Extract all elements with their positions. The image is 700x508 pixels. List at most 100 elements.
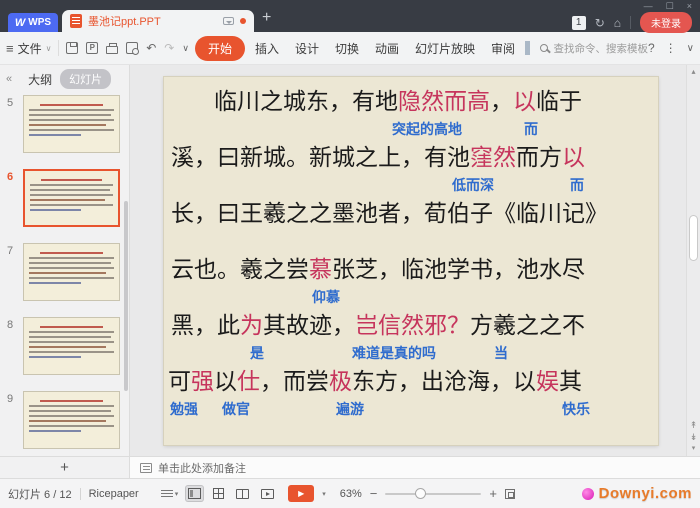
collapse-ribbon-icon[interactable]: ∨ bbox=[687, 43, 694, 54]
play-options-caret[interactable]: ▾ bbox=[322, 490, 326, 498]
zoom-in-button[interactable]: + bbox=[489, 486, 497, 501]
scroll-down-icon[interactable]: ▾ bbox=[692, 444, 696, 454]
slide-thumbnail-8[interactable]: 8 bbox=[7, 317, 120, 375]
slideshow-view-button[interactable] bbox=[259, 487, 276, 501]
document-icon bbox=[70, 14, 82, 28]
close-button[interactable]: × bbox=[687, 1, 692, 12]
slide-annotation-line bbox=[164, 229, 658, 255]
slide-text-line: 云也。羲之尝慕张芝，临池学书，池水尽 bbox=[164, 255, 658, 285]
tab-outline[interactable]: 大纲 bbox=[28, 71, 52, 88]
titlebar: W WPS 墨池记ppt.PPT + 1 ↻ ⌂ 未登录 — ☐ × bbox=[0, 0, 700, 32]
file-menu-button[interactable]: ≡ 文件 ∨ bbox=[6, 40, 51, 57]
maximize-button[interactable]: ☐ bbox=[666, 1, 674, 12]
zoom-slider[interactable] bbox=[385, 488, 481, 500]
zoom-out-button[interactable]: − bbox=[370, 486, 378, 501]
thumbnail-preview[interactable] bbox=[23, 243, 120, 301]
slide-sorter-view-button[interactable] bbox=[211, 486, 226, 501]
slide-thumbnail-9[interactable]: 9 bbox=[7, 391, 120, 449]
save-icon[interactable] bbox=[66, 42, 78, 54]
add-slide-button[interactable]: + bbox=[60, 460, 69, 475]
grid-view-icon bbox=[213, 488, 224, 499]
help-button[interactable]: ? bbox=[648, 41, 655, 55]
play-slideshow-button[interactable]: ▶ bbox=[288, 485, 314, 502]
watermark-area: Downyi.com bbox=[582, 485, 692, 502]
slide-annotation-line: 突起的高地而 bbox=[164, 117, 658, 143]
minimize-button[interactable]: — bbox=[644, 1, 653, 12]
ribbon-tabs: 开始插入设计切换动画幻灯片放映审阅 bbox=[195, 36, 523, 61]
zoom-level[interactable]: 63% bbox=[340, 488, 362, 500]
comment-bubble-icon[interactable] bbox=[223, 17, 234, 25]
scroll-up-icon[interactable]: ▴ bbox=[687, 67, 700, 76]
text-cursor-indicator bbox=[525, 41, 530, 55]
note-icon bbox=[140, 463, 152, 473]
previous-slide-icon[interactable]: ↟ bbox=[690, 420, 698, 430]
export-pdf-icon[interactable] bbox=[86, 42, 98, 54]
watermark-dot-icon bbox=[582, 488, 594, 500]
command-search[interactable]: 查找命令、搜索模板 bbox=[540, 41, 648, 56]
slide-thumbnail-7[interactable]: 7 bbox=[7, 243, 120, 301]
sidebar-footer: + bbox=[0, 457, 130, 478]
slide-thumbnail-6[interactable]: 6 bbox=[7, 169, 120, 227]
sync-icon[interactable]: ↻ bbox=[595, 16, 605, 30]
print-preview-icon[interactable] bbox=[126, 42, 138, 54]
sidebar-scrollbar[interactable] bbox=[124, 201, 128, 391]
ribbon-tab-0[interactable]: 开始 bbox=[195, 36, 245, 61]
slide-content[interactable]: 临川之城东，有地隐然而高，以临于突起的高地而溪，曰新城。新城之上，有池窪然而方以… bbox=[164, 77, 658, 445]
reading-view-button[interactable] bbox=[234, 487, 251, 501]
ribbon-tab-6[interactable]: 审阅 bbox=[483, 36, 523, 61]
panel-tabs: 大纲 幻灯片 bbox=[28, 69, 111, 89]
main-area: « 大纲 幻灯片 5 6 7 8 9 临川之城东，有地隐然而高，以临于突起的高地而溪，曰… bbox=[0, 64, 700, 456]
ribbon: ≡ 文件 ∨ ↶ ↷ ∨ 开始插入设计切换动画幻灯片放映审阅 查找命令、搜索模板… bbox=[0, 32, 700, 64]
wps-logo[interactable]: W WPS bbox=[8, 13, 58, 32]
ribbon-tab-5[interactable]: 幻灯片放映 bbox=[407, 36, 483, 61]
slide-text-line: 临川之城东，有地隐然而高，以临于 bbox=[164, 87, 658, 117]
scrollbar-thumb[interactable] bbox=[689, 215, 698, 261]
ribbon-right: ? ⋮ ∨ bbox=[648, 41, 694, 55]
zoom-slider-track bbox=[385, 493, 481, 495]
thumbnail-preview[interactable] bbox=[23, 95, 120, 153]
slide-panel: « 大纲 幻灯片 5 6 7 8 9 bbox=[0, 65, 130, 456]
thumbnail-number: 8 bbox=[7, 317, 23, 375]
search-icon bbox=[540, 44, 548, 52]
next-slide-icon[interactable]: ↡ bbox=[690, 432, 698, 442]
notes-layout-toggle[interactable]: ▾ bbox=[161, 490, 179, 498]
slide-thumbnail-5[interactable]: 5 bbox=[7, 95, 120, 153]
statusbar: 幻灯片 6 / 12 Ricepaper ▾ ▶ ▾ 63% − + bbox=[0, 478, 700, 508]
wps-presentation-window: W WPS 墨池记ppt.PPT + 1 ↻ ⌂ 未登录 — ☐ × ≡ 文件 … bbox=[0, 0, 700, 508]
skin-icon[interactable]: ⌂ bbox=[614, 16, 621, 30]
zoom-slider-thumb[interactable] bbox=[415, 488, 426, 499]
redo-icon[interactable]: ↷ bbox=[164, 41, 174, 55]
collapse-panel-icon[interactable]: « bbox=[6, 73, 12, 85]
new-tab-button[interactable]: + bbox=[262, 9, 271, 27]
ribbon-tab-2[interactable]: 设计 bbox=[287, 36, 327, 61]
tab-slides[interactable]: 幻灯片 bbox=[60, 69, 111, 89]
notes-input[interactable]: 单击此处添加备注 bbox=[130, 457, 700, 478]
ribbon-tab-4[interactable]: 动画 bbox=[367, 36, 407, 61]
view-controls: ▾ ▶ ▾ 63% − + bbox=[161, 485, 515, 502]
titlebar-right: 1 ↻ ⌂ 未登录 bbox=[572, 12, 692, 33]
thumbnail-preview[interactable] bbox=[23, 391, 120, 449]
menu-icon: ≡ bbox=[6, 41, 14, 56]
slide-annotation-line: 仰慕 bbox=[164, 285, 658, 311]
normal-view-button[interactable] bbox=[186, 486, 203, 501]
slide-annotation-line: 是难道是真的吗当 bbox=[164, 341, 658, 367]
more-options-icon[interactable]: ⋮ bbox=[665, 41, 677, 55]
quick-access-toolbar: ↶ ↷ ∨ bbox=[66, 41, 189, 55]
ribbon-tab-3[interactable]: 切换 bbox=[327, 36, 367, 61]
qat-dropdown-icon[interactable]: ∨ bbox=[182, 43, 189, 54]
document-tab[interactable]: 墨池记ppt.PPT bbox=[62, 10, 254, 32]
notes-lines-icon bbox=[161, 490, 173, 497]
thumbnail-preview[interactable] bbox=[23, 317, 120, 375]
login-button[interactable]: 未登录 bbox=[640, 12, 692, 33]
ribbon-tab-1[interactable]: 插入 bbox=[247, 36, 287, 61]
doc-count-badge[interactable]: 1 bbox=[572, 16, 586, 30]
thumbnail-preview[interactable] bbox=[23, 169, 120, 227]
print-icon[interactable] bbox=[106, 46, 118, 54]
vertical-scrollbar[interactable]: ▴ ↟ ↡ ▾ bbox=[686, 65, 700, 456]
slide-nav-buttons: ↟ ↡ ▾ bbox=[687, 420, 700, 454]
wps-logo-text: WPS bbox=[28, 17, 51, 28]
unsaved-dot-icon bbox=[240, 18, 246, 24]
fit-window-icon[interactable] bbox=[505, 489, 515, 499]
slide-canvas: 临川之城东，有地隐然而高，以临于突起的高地而溪，曰新城。新城之上，有池窪然而方以… bbox=[130, 65, 700, 456]
undo-icon[interactable]: ↶ bbox=[146, 41, 156, 55]
